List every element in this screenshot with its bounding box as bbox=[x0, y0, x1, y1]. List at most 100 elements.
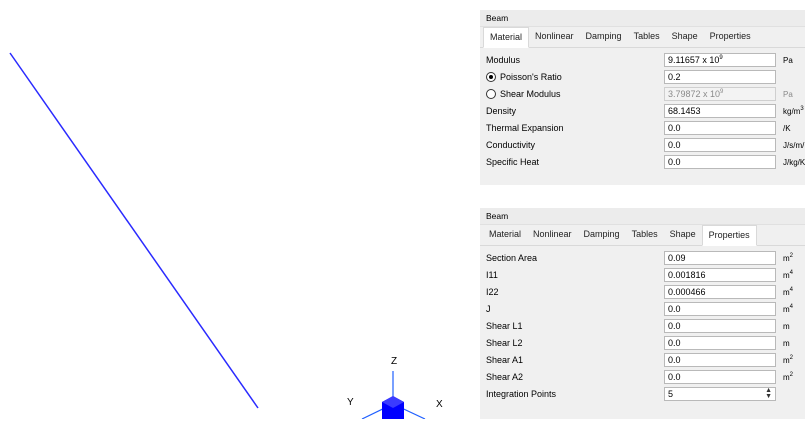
property-row-shear-l1: Shear L1 0.0 m bbox=[480, 318, 805, 335]
i22-unit: m4 bbox=[783, 287, 793, 297]
shear-modulus-radio[interactable] bbox=[486, 89, 496, 99]
specific-heat-label: Specific Heat bbox=[486, 157, 540, 167]
tab-shape[interactable]: Shape bbox=[666, 27, 704, 46]
unit-text: /K bbox=[783, 124, 791, 133]
property-row-shear-modulus: Shear Modulus 3.79872 x 109 Pa bbox=[480, 86, 805, 103]
shear-a1-unit: m2 bbox=[783, 355, 794, 365]
thermal-expansion-unit: /K bbox=[783, 124, 791, 133]
integration-points-value: 5 bbox=[668, 389, 674, 399]
conductivity-unit: J/s/m/K bbox=[783, 141, 805, 150]
unit-text: J/kg/K bbox=[783, 158, 805, 167]
shear-a2-label: Shear A2 bbox=[486, 372, 524, 382]
poisson-s-ratio-input[interactable]: 0.2 bbox=[664, 70, 776, 84]
model-viewport[interactable]: Z Y X bbox=[0, 0, 475, 420]
conductivity-input[interactable]: 0.0 bbox=[664, 138, 776, 152]
unit-text: m bbox=[783, 322, 790, 331]
triad-x-label: X bbox=[436, 399, 443, 410]
integration-points-label: Integration Points bbox=[486, 389, 557, 399]
modulus-exponent: 9 bbox=[719, 55, 723, 61]
tab-material[interactable]: Material bbox=[483, 27, 530, 48]
shear-a2-input[interactable]: 0.0 bbox=[664, 370, 776, 384]
i11-input[interactable]: 0.001816 bbox=[664, 268, 776, 282]
beam-element-line[interactable] bbox=[9, 52, 259, 409]
tab-tables[interactable]: Tables bbox=[628, 27, 666, 46]
shear-a2-value: 0.0 bbox=[668, 372, 681, 382]
density-label: Density bbox=[486, 106, 517, 116]
property-row-integration-points: Integration Points 5 ▲ ▼ bbox=[480, 386, 805, 403]
shear-modulus-label: Shear Modulus bbox=[500, 89, 561, 99]
modulus-label: Modulus bbox=[486, 55, 521, 65]
specific-heat-value: 0.0 bbox=[668, 157, 681, 167]
shear-a1-label: Shear A1 bbox=[486, 355, 524, 365]
unit-exponent: 2 bbox=[789, 253, 794, 259]
beam-properties-panel: Beam Material Nonlinear Damping Tables Shape… bbox=[480, 208, 805, 419]
poisson-s-ratio-label: Poisson's Ratio bbox=[500, 72, 562, 82]
shear-a1-input[interactable]: 0.0 bbox=[664, 353, 776, 367]
section-area-value: 0.09 bbox=[668, 253, 686, 263]
shear-l1-value: 0.0 bbox=[668, 321, 681, 331]
section-area-input[interactable]: 0.09 bbox=[664, 251, 776, 265]
unit-text: kg/m bbox=[783, 107, 801, 116]
spinner-arrows-icon[interactable]: ▲ ▼ bbox=[765, 388, 772, 400]
shear-l1-input[interactable]: 0.0 bbox=[664, 319, 776, 333]
unit-text: Pa bbox=[783, 56, 793, 65]
j-input[interactable]: 0.0 bbox=[664, 302, 776, 316]
poisson-s-ratio-value: 0.2 bbox=[668, 72, 681, 82]
integration-points-input[interactable]: 5 ▲ ▼ bbox=[664, 387, 776, 401]
unit-exponent: 4 bbox=[789, 270, 794, 276]
i11-label: I11 bbox=[486, 270, 498, 280]
specific-heat-input[interactable]: 0.0 bbox=[664, 155, 776, 169]
tab-shape[interactable]: Shape bbox=[664, 225, 702, 244]
unit-text: Pa bbox=[783, 90, 793, 99]
i22-input[interactable]: 0.000466 bbox=[664, 285, 776, 299]
shear-l1-label: Shear L1 bbox=[486, 321, 523, 331]
thermal-expansion-input[interactable]: 0.0 bbox=[664, 121, 776, 135]
tab-damping[interactable]: Damping bbox=[580, 27, 628, 46]
shear-a2-unit: m2 bbox=[783, 372, 793, 382]
triad-z-label: Z bbox=[391, 356, 397, 367]
property-row-poisson-s-ratio: Poisson's Ratio 0.2 bbox=[480, 69, 805, 86]
property-row-specific-heat: Specific Heat 0.0 J/kg/K bbox=[480, 154, 805, 171]
property-row-i11: I11 0.001816 m4 bbox=[480, 267, 805, 284]
unit-text: m bbox=[783, 356, 790, 365]
property-row-shear-l2: Shear L2 0.0 m bbox=[480, 335, 805, 352]
property-row-i22: I22 0.000466 m4 bbox=[480, 284, 805, 301]
shear-l2-value: 0.0 bbox=[668, 338, 681, 348]
tab-bar: Material Nonlinear Damping Tables Shape Prope… bbox=[480, 27, 805, 48]
beam-material-panel: Beam Material Nonlinear Damping Tables Shape… bbox=[480, 10, 805, 185]
shear-l2-input[interactable]: 0.0 bbox=[664, 336, 776, 350]
tab-bar: Material Nonlinear Damping Tables Shape Prope… bbox=[480, 225, 805, 246]
j-unit: m4 bbox=[783, 304, 794, 314]
modulus-unit: Pa bbox=[783, 56, 793, 65]
unit-exponent: 2 bbox=[789, 355, 794, 361]
property-row-thermal-expansion: Thermal Expansion 0.0/K bbox=[480, 120, 805, 137]
tab-nonlinear[interactable]: Nonlinear bbox=[529, 27, 580, 46]
viewport-canvas[interactable]: Z Y X bbox=[0, 0, 475, 420]
unit-text: m bbox=[783, 271, 790, 280]
i22-label: I22 bbox=[486, 287, 499, 297]
panel-title: Beam bbox=[480, 208, 805, 225]
j-label: J bbox=[486, 304, 491, 314]
modulus-input[interactable]: 9.11657 x 109 bbox=[664, 53, 776, 67]
tab-properties[interactable]: Properties bbox=[704, 27, 757, 46]
unit-text: m bbox=[783, 254, 790, 263]
tab-tables[interactable]: Tables bbox=[626, 225, 664, 244]
shear-l2-label: Shear L2 bbox=[486, 338, 523, 348]
conductivity-value: 0.0 bbox=[668, 140, 681, 150]
i11-value: 0.001816 bbox=[668, 270, 706, 280]
unit-text: J/s/m/K bbox=[783, 141, 805, 150]
shear-modulus-input: 3.79872 x 109 bbox=[664, 87, 776, 101]
property-row-shear-a2: Shear A2 0.0 m2 bbox=[480, 369, 805, 386]
tab-material[interactable]: Material bbox=[483, 225, 527, 244]
tab-properties[interactable]: Properties bbox=[701, 225, 757, 246]
section-area-label: Section Area bbox=[486, 253, 538, 263]
unit-exponent: 4 bbox=[789, 304, 794, 310]
tab-nonlinear[interactable]: Nonlinear bbox=[527, 225, 578, 244]
shear-modulus-unit: Pa bbox=[783, 90, 793, 99]
density-input[interactable]: 68.1453 bbox=[664, 104, 776, 118]
i22-value: 0.000466 bbox=[668, 287, 706, 297]
tab-damping[interactable]: Damping bbox=[578, 225, 626, 244]
poisson-s-ratio-radio[interactable] bbox=[486, 72, 496, 82]
unit-text: m bbox=[783, 288, 790, 297]
shear-modulus-exponent: 9 bbox=[720, 89, 724, 95]
